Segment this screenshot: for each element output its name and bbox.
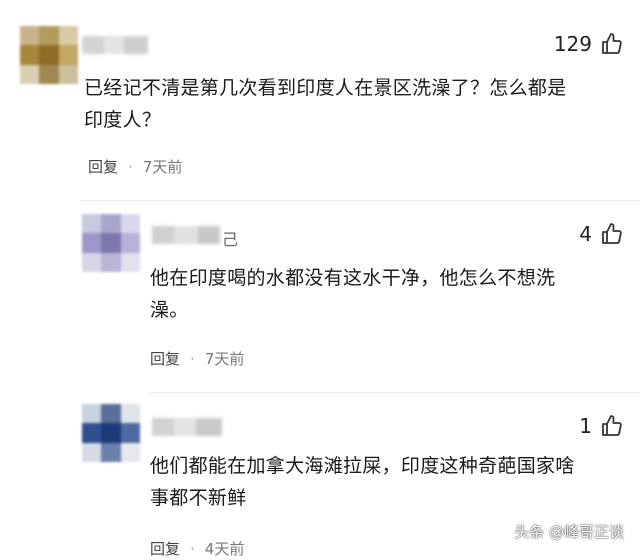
thumbs-up-icon: [602, 223, 622, 244]
comment-meta: 回复 · 4天前: [150, 538, 244, 559]
username-blurred[interactable]: [152, 226, 220, 244]
like-count: 1: [579, 414, 592, 438]
separator-dot: ·: [128, 157, 133, 176]
reply-button[interactable]: 回复: [150, 348, 180, 369]
comment-meta: 回复 · 7天前: [88, 156, 182, 177]
timestamp: 7天前: [142, 158, 183, 176]
reply-button[interactable]: 回复: [150, 538, 180, 559]
comment-meta: 回复 · 7天前: [150, 348, 244, 369]
like-button[interactable]: 129: [554, 32, 624, 56]
comment-1: 129 已经记不清是第几次看到印度人在景区洗澡了？怎么都是 印度人？ 回复 · …: [0, 0, 640, 200]
timestamp: 4天前: [204, 540, 245, 558]
thumbs-up-icon: [602, 415, 622, 436]
comment-text-line: 事都不新鲜: [150, 487, 247, 509]
like-button[interactable]: 4: [579, 222, 624, 246]
separator-dot: ·: [190, 349, 195, 368]
avatar[interactable]: [82, 214, 140, 272]
comment-text-line: 已经记不清是第几次看到印度人在景区洗澡了？怎么都是: [84, 77, 567, 99]
avatar[interactable]: [82, 404, 140, 462]
watermark: 头条 @峰哥正谈: [514, 523, 624, 541]
comment-text-line: 澡。: [150, 299, 189, 321]
comment-text-line: 他在印度喝的水都没有这水干净，他怎么不想洗: [150, 267, 556, 289]
comment-text: 已经记不清是第几次看到印度人在景区洗澡了？怎么都是 印度人？: [84, 72, 567, 136]
comment-text: 他们都能在加拿大海滩拉屎，印度这种奇葩国家啥 事都不新鲜: [150, 450, 575, 514]
reply-button[interactable]: 回复: [88, 156, 118, 177]
comment-text-line: 他们都能在加拿大海滩拉屎，印度这种奇葩国家啥: [150, 455, 575, 477]
comment-2: 己 4 他在印度喝的水都没有这水干净，他怎么不想洗 澡。 回复 · 7天前: [0, 200, 640, 390]
username-suffix: 己: [222, 230, 239, 249]
comment-text: 他在印度喝的水都没有这水干净，他怎么不想洗 澡。: [150, 262, 555, 326]
comment-text-line: 印度人？: [84, 109, 162, 131]
separator-dot: ·: [190, 539, 195, 558]
like-count: 4: [579, 222, 592, 246]
username-blurred[interactable]: [152, 418, 222, 436]
like-count: 129: [553, 32, 592, 56]
like-button[interactable]: 1: [579, 414, 624, 438]
username-blurred[interactable]: [82, 36, 148, 54]
avatar[interactable]: [20, 26, 78, 84]
thumbs-up-icon: [602, 33, 622, 54]
timestamp: 7天前: [204, 350, 245, 368]
